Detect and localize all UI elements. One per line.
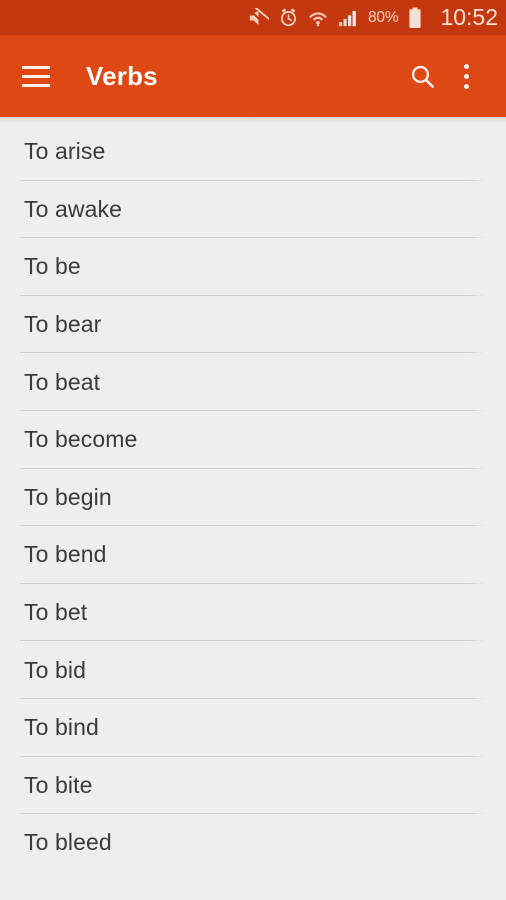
overflow-dots xyxy=(463,63,469,89)
list-item[interactable]: To become xyxy=(0,411,506,469)
list-item[interactable]: To bleed xyxy=(0,814,506,872)
list-item-label: To bind xyxy=(24,714,99,741)
overflow-dot xyxy=(463,73,469,79)
app-bar: Verbs xyxy=(0,35,506,117)
list-item-label: To beat xyxy=(24,368,101,395)
list-item-label: To arise xyxy=(24,138,106,165)
status-bar-clock: 10:52 xyxy=(440,4,498,30)
list-item[interactable]: To bet xyxy=(0,584,506,642)
list-item-label: To become xyxy=(24,426,138,453)
page-title: Verbs xyxy=(86,60,158,91)
status-bar: 80% 10:52 xyxy=(0,0,506,35)
list-item[interactable]: To bend xyxy=(0,526,506,584)
list-item-label: To bear xyxy=(24,311,102,338)
list-item[interactable]: To bind xyxy=(0,699,506,757)
battery-icon xyxy=(408,7,422,29)
overflow-dot xyxy=(463,83,469,89)
mute-icon xyxy=(247,5,271,28)
list-item-label: To bite xyxy=(24,771,93,798)
list-item[interactable]: To be xyxy=(0,238,506,296)
battery-percent-label: 80% xyxy=(368,8,399,26)
list-item[interactable]: To awake xyxy=(0,181,506,239)
hamburger-bar xyxy=(22,74,50,78)
overflow-dot xyxy=(463,63,469,69)
list-item[interactable]: To bear xyxy=(0,296,506,354)
list-item[interactable]: To arise xyxy=(0,123,506,181)
list-item[interactable]: To beat xyxy=(0,353,506,411)
list-item[interactable]: To bid xyxy=(0,641,506,699)
hamburger-bar xyxy=(22,83,50,87)
overflow-menu-icon[interactable] xyxy=(444,54,488,98)
app-screen: 80% 10:52 Verbs To arise To awake To be … xyxy=(0,0,506,900)
signal-icon xyxy=(337,8,359,28)
list-item[interactable]: To begin xyxy=(0,469,506,527)
list-item-label: To be xyxy=(24,253,81,280)
hamburger-bar xyxy=(22,65,50,69)
wifi-icon xyxy=(308,8,328,28)
list-item-label: To begin xyxy=(24,483,112,510)
hamburger-menu-icon[interactable] xyxy=(22,60,54,92)
alarm-icon xyxy=(278,7,299,28)
list-item-label: To bid xyxy=(24,656,86,683)
search-icon[interactable] xyxy=(400,54,444,98)
list-item-label: To bend xyxy=(24,541,107,568)
status-bar-icons: 80% 10:52 xyxy=(247,4,498,31)
list-item[interactable]: To bite xyxy=(0,757,506,815)
list-item-label: To bleed xyxy=(24,829,112,856)
list-item-label: To awake xyxy=(24,195,122,222)
list-item-label: To bet xyxy=(24,599,88,626)
verb-list[interactable]: To arise To awake To be To bear To beat To be… xyxy=(0,123,506,900)
